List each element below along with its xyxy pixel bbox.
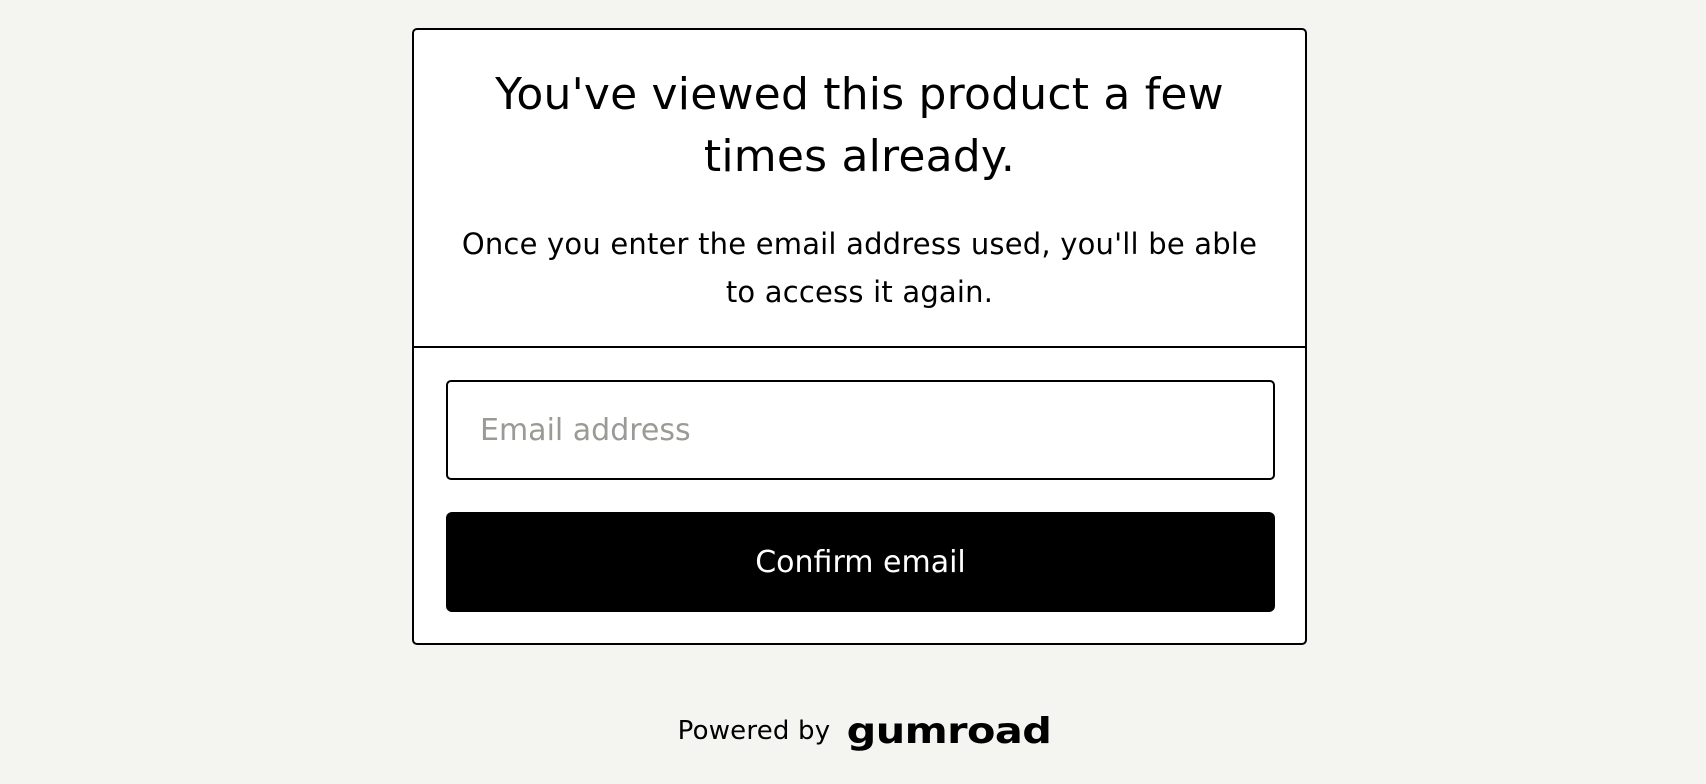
page-title: You've viewed this product a few times a… (495, 69, 1224, 182)
card-body: Confirm email (414, 348, 1305, 612)
footer: Powered by GUMROAD (0, 706, 1706, 756)
email-field[interactable] (446, 380, 1275, 480)
gumroad-logo-text: GUMROAD (847, 710, 1052, 752)
page-subtitle: Once you enter the email address used, y… (461, 227, 1258, 309)
card-header: You've viewed this product a few times a… (414, 30, 1305, 348)
powered-by-text: Powered by (677, 716, 831, 746)
confirm-email-button[interactable]: Confirm email (446, 512, 1275, 612)
gumroad-logo[interactable]: GUMROAD (846, 711, 1052, 752)
email-confirmation-card: You've viewed this product a few times a… (412, 28, 1307, 645)
